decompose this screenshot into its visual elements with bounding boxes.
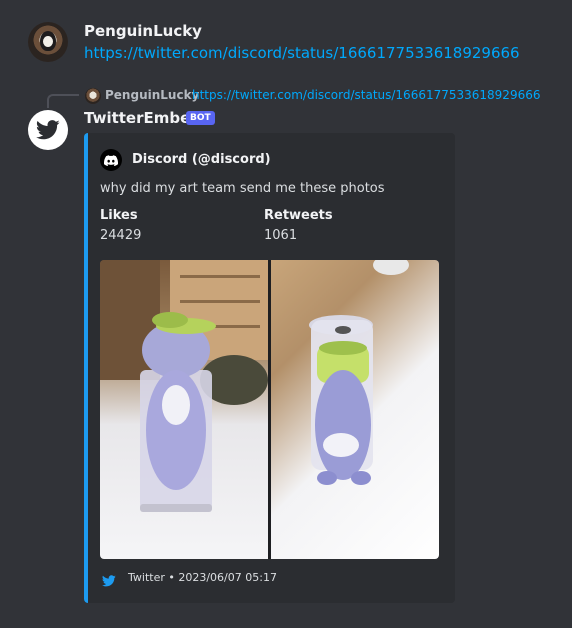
username[interactable]: PenguinLucky [84,22,202,40]
field-likes-label: Likes [100,208,138,223]
field-retweets-label: Retweets [264,208,333,223]
field-likes-value: 24429 [100,228,142,243]
photo-plush-in-cup-2[interactable] [271,260,439,559]
twitter-bird-icon [102,572,116,587]
tweet-embed: Discord (@discord) why did my art team s… [84,133,455,603]
embed-accent-bar [84,133,88,603]
avatar[interactable] [28,22,68,62]
embed-author[interactable]: Discord (@discord) [132,152,271,167]
photo-plush-in-cup-1[interactable] [100,260,268,559]
reply-connector [47,94,79,108]
embed-footer: Twitter • 2023/06/07 05:17 [128,571,277,584]
embed-media [100,260,439,559]
discord-logo-icon [100,149,122,171]
bot-badge: BOT [186,111,215,125]
reply-avatar[interactable] [85,88,101,104]
bot-username[interactable]: TwitterEmbed [84,109,201,127]
reply-link[interactable]: https://twitter.com/discord/status/16661… [192,88,540,102]
message-penguinlucky: PenguinLucky https://twitter.com/discord… [0,0,572,80]
twitter-bird-icon[interactable] [28,110,68,150]
tweet-link[interactable]: https://twitter.com/discord/status/16661… [84,44,520,62]
embed-description: why did my art team send me these photos [100,181,385,196]
reply-username[interactable]: PenguinLucky [105,88,199,102]
field-retweets-value: 1061 [264,228,298,243]
